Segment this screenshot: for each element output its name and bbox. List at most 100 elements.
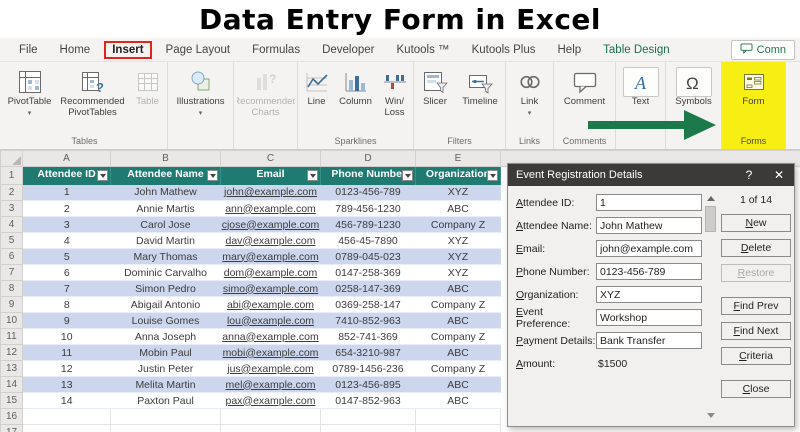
cell[interactable]: Abigail Antonio: [110, 296, 221, 313]
cell[interactable]: ABC: [415, 312, 501, 329]
new-button[interactable]: New: [721, 214, 791, 232]
cell[interactable]: ABC: [415, 376, 501, 393]
cell[interactable]: Louise Gomes: [110, 312, 221, 329]
cell[interactable]: 7: [22, 280, 111, 297]
cell[interactable]: 3: [22, 216, 111, 233]
cell[interactable]: Anna Joseph: [110, 328, 221, 345]
cell[interactable]: 0258-147-369: [320, 280, 416, 297]
cell[interactable]: [110, 408, 221, 425]
scroll-up-icon[interactable]: [706, 196, 715, 201]
chevron-down-icon[interactable]: ▾: [199, 109, 203, 120]
cell[interactable]: 1: [22, 184, 111, 201]
cell[interactable]: 0123-456-895: [320, 376, 416, 393]
attendee-name-field[interactable]: [596, 217, 702, 234]
delete-button[interactable]: Delete: [721, 239, 791, 257]
find-next-button[interactable]: Find Next: [721, 322, 791, 340]
dialog-help-button[interactable]: ?: [734, 164, 764, 186]
cell[interactable]: 789-456-1230: [320, 200, 416, 217]
email-cell[interactable]: pax@example.com: [220, 392, 321, 409]
row-header[interactable]: 1: [0, 166, 23, 185]
dialog-close-icon[interactable]: ✕: [764, 164, 794, 186]
tab-formulas[interactable]: Formulas: [241, 41, 311, 59]
row-header[interactable]: 5: [0, 232, 23, 249]
cell[interactable]: 2: [22, 200, 111, 217]
ribbon-button-symbols[interactable]: Ω Symbols: [670, 64, 718, 108]
cell[interactable]: 0789-1456-236: [320, 360, 416, 377]
table-header-attendee-id[interactable]: Attendee ID: [22, 166, 111, 185]
column-header-a[interactable]: A: [22, 150, 111, 167]
scroll-down-icon[interactable]: [706, 413, 715, 418]
row-header[interactable]: 4: [0, 216, 23, 233]
email-cell[interactable]: anna@example.com: [220, 328, 321, 345]
ribbon-button-form[interactable]: Form: [729, 64, 779, 108]
chevron-down-icon[interactable]: ▾: [28, 109, 32, 120]
close-button[interactable]: Close: [721, 380, 791, 398]
ribbon-button-illustrations[interactable]: Illustrations ▾: [171, 64, 231, 119]
email-cell[interactable]: mary@example.com: [220, 248, 321, 265]
record-scrollbar[interactable]: [704, 194, 717, 420]
ribbon-button-link[interactable]: Link ▾: [510, 64, 550, 119]
email-cell[interactable]: john@example.com: [220, 184, 321, 201]
column-header-d[interactable]: D: [320, 150, 416, 167]
row-header[interactable]: 15: [0, 392, 23, 409]
row-header[interactable]: 3: [0, 200, 23, 217]
cell[interactable]: ABC: [415, 200, 501, 217]
tab-help[interactable]: Help: [547, 41, 593, 59]
cell[interactable]: Mary Thomas: [110, 248, 221, 265]
cell[interactable]: 456-789-1230: [320, 216, 416, 233]
cell[interactable]: [22, 424, 111, 432]
cell[interactable]: [415, 408, 501, 425]
cell[interactable]: Melita Martin: [110, 376, 221, 393]
ribbon-button-recommended-pivottables[interactable]: ? Recommended PivotTables: [57, 64, 129, 118]
cell[interactable]: Annie Martis: [110, 200, 221, 217]
cell[interactable]: 10: [22, 328, 111, 345]
email-cell[interactable]: dom@example.com: [220, 264, 321, 281]
ribbon-button-slicer[interactable]: Slicer: [415, 64, 455, 108]
filter-button[interactable]: [402, 170, 413, 181]
cell[interactable]: 9: [22, 312, 111, 329]
phone-number-field[interactable]: [596, 263, 702, 280]
cell[interactable]: Company Z: [415, 360, 501, 377]
ribbon-button-timeline[interactable]: Timeline: [456, 64, 504, 108]
event-preference-field[interactable]: [596, 309, 702, 326]
cell[interactable]: [320, 408, 416, 425]
row-header[interactable]: 10: [0, 312, 23, 329]
tab-page-layout[interactable]: Page Layout: [155, 41, 242, 59]
email-cell[interactable]: abi@example.com: [220, 296, 321, 313]
column-header-e[interactable]: E: [415, 150, 501, 167]
tab-file[interactable]: File: [8, 41, 49, 59]
filter-button[interactable]: [307, 170, 318, 181]
email-cell[interactable]: simo@example.com: [220, 280, 321, 297]
tab-kutools-plus[interactable]: Kutools Plus: [461, 41, 547, 59]
tab-table-design[interactable]: Table Design: [592, 41, 680, 59]
email-cell[interactable]: jus@example.com: [220, 360, 321, 377]
ribbon-button-win-loss[interactable]: Win/ Loss: [378, 64, 412, 118]
ribbon-button-line[interactable]: Line: [300, 64, 334, 108]
table-header-attendee-name[interactable]: Attendee Name: [110, 166, 221, 185]
row-header[interactable]: 8: [0, 280, 23, 297]
email-cell[interactable]: mel@example.com: [220, 376, 321, 393]
cell[interactable]: 0147-258-369: [320, 264, 416, 281]
cell[interactable]: ABC: [415, 280, 501, 297]
row-header[interactable]: 6: [0, 248, 23, 265]
attendee-id-field[interactable]: [596, 194, 702, 211]
cell[interactable]: [110, 424, 221, 432]
cell[interactable]: [22, 408, 111, 425]
row-header[interactable]: 13: [0, 360, 23, 377]
row-header[interactable]: 2: [0, 184, 23, 201]
email-cell[interactable]: dav@example.com: [220, 232, 321, 249]
ribbon-button-text[interactable]: A Text: [621, 64, 661, 108]
row-header[interactable]: 14: [0, 376, 23, 393]
column-header-c[interactable]: C: [220, 150, 321, 167]
cell[interactable]: [220, 424, 321, 432]
cell[interactable]: XYZ: [415, 248, 501, 265]
email-cell[interactable]: cjose@example.com: [220, 216, 321, 233]
email-cell[interactable]: lou@example.com: [220, 312, 321, 329]
payment-details-field[interactable]: [596, 332, 702, 349]
tab-insert[interactable]: Insert: [104, 40, 152, 59]
cell[interactable]: Dominic Carvalho: [110, 264, 221, 281]
cell[interactable]: XYZ: [415, 264, 501, 281]
ribbon-button-column[interactable]: Column: [335, 64, 377, 108]
cell[interactable]: 456-45-7890: [320, 232, 416, 249]
row-header[interactable]: 9: [0, 296, 23, 313]
